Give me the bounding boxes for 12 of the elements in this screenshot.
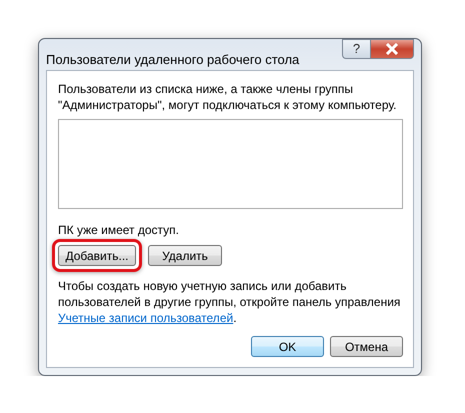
ok-button[interactable]: OK <box>251 336 324 357</box>
add-button[interactable]: Добавить... <box>58 245 136 266</box>
remove-button[interactable]: Удалить <box>148 245 222 266</box>
access-status-text: ПК уже имеет доступ. <box>58 222 180 239</box>
help-button[interactable]: ? <box>342 39 370 59</box>
cancel-button[interactable]: Отмена <box>330 336 403 357</box>
hint-text: Чтобы создать новую учетную запись или добавить пользователей в другие группы, откройте панель управления Учетные записи пользователей. <box>58 278 402 326</box>
close-icon <box>385 43 399 55</box>
user-accounts-link[interactable]: Учетные записи пользователей <box>58 311 234 325</box>
description-text: Пользователи из списка ниже, а также члены группы "Администраторы", могут подключаться к этому компьютеру. <box>58 81 398 113</box>
window-title: Пользователи удаленного рабочего стола <box>46 51 300 69</box>
close-button[interactable] <box>370 39 414 59</box>
